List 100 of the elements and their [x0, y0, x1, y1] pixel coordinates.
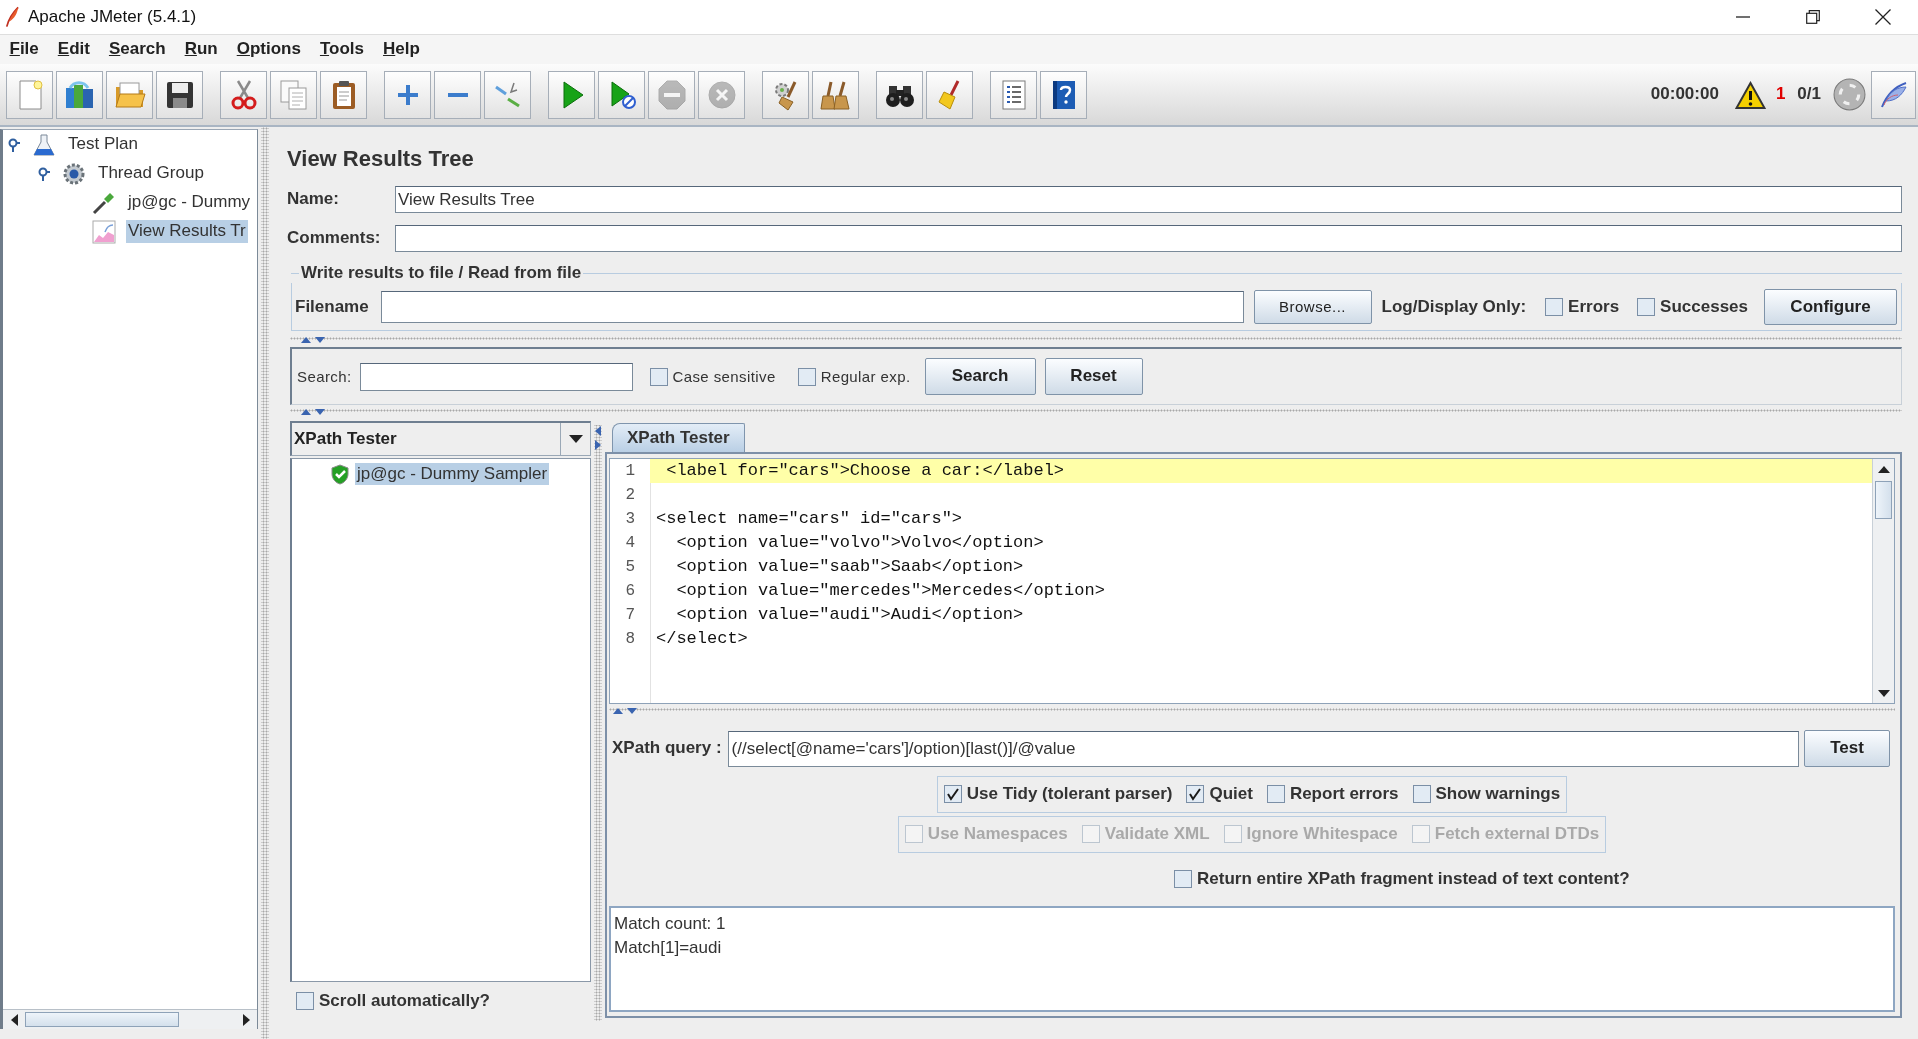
feather-icon: [5, 6, 19, 28]
scroll-right-arrow-icon[interactable]: [242, 1013, 250, 1026]
collapse-arrows-icon[interactable]: [300, 336, 326, 344]
comments-field[interactable]: [395, 225, 1902, 252]
field-label: Name:: [287, 189, 340, 210]
logo-button[interactable]: [1871, 70, 1916, 119]
close-icon[interactable]: [1875, 9, 1891, 25]
toggle-button[interactable]: [484, 70, 531, 119]
search-button[interactable]: [876, 70, 923, 119]
group-title: Write results to file / Read from file: [300, 262, 583, 284]
tree-item[interactable]: Thread Group: [96, 162, 206, 185]
checkbox[interactable]: [943, 785, 962, 804]
checkbox[interactable]: [296, 992, 314, 1011]
tree-item[interactable]: Test Plan: [66, 133, 140, 156]
menu-item[interactable]: Edit: [48, 39, 100, 60]
indicator-disc-icon: [1833, 78, 1866, 111]
window-title: Apache JMeter (5.4.1): [28, 6, 197, 28]
save-button[interactable]: [156, 70, 203, 119]
code-line: <option value="audi">Audi</option>: [675, 604, 1024, 626]
vertical-scrollbar[interactable]: [1872, 459, 1894, 703]
menu-item[interactable]: Search: [99, 39, 176, 60]
line-number: 5: [624, 557, 636, 578]
result-item[interactable]: jp@gc - Dummy Sampler: [355, 462, 550, 486]
checkbox[interactable]: [1637, 298, 1656, 316]
pipette-icon: [92, 190, 116, 215]
tree-toggle-icon[interactable]: [8, 137, 20, 152]
templates-button[interactable]: [56, 70, 103, 119]
restore-icon[interactable]: [1806, 10, 1820, 24]
menu-item[interactable]: Help: [373, 39, 430, 60]
name-field[interactable]: View Results Tree: [395, 186, 1902, 213]
start-no-pauses-button[interactable]: [598, 70, 645, 119]
checkbox-label[interactable]: Scroll automatically?: [319, 991, 490, 1012]
test-button[interactable]: Test: [1804, 730, 1890, 767]
search-button[interactable]: Search: [924, 358, 1036, 395]
checkbox-label[interactable]: Use Tidy (tolerant parser): [966, 784, 1173, 805]
checkbox[interactable]: [1412, 785, 1431, 804]
cut-button[interactable]: [220, 70, 267, 119]
scroll-left-arrow-icon[interactable]: [10, 1013, 18, 1026]
scroll-thumb[interactable]: [25, 1012, 179, 1027]
tree-item[interactable]: jp@gc - Dummy: [126, 191, 253, 214]
tree-item[interactable]: View Results Tr: [126, 220, 248, 243]
help-button[interactable]: [1040, 70, 1087, 119]
scroll-up-arrow-icon[interactable]: [1877, 465, 1890, 473]
scroll-thumb[interactable]: [1875, 481, 1892, 519]
line-number: 6: [624, 581, 636, 602]
collapse-button[interactable]: [434, 70, 481, 119]
browse-button[interactable]: Browse...: [1253, 290, 1372, 324]
collapse-arrows-icon[interactable]: [612, 707, 638, 715]
paste-button[interactable]: [320, 70, 367, 119]
checkbox-label[interactable]: Show warnings: [1435, 784, 1561, 805]
chart-icon: [92, 219, 116, 244]
code-line: <option value="volvo">Volvo</option>: [675, 532, 1044, 554]
thread-count: 0/1: [1797, 84, 1821, 105]
warning-icon[interactable]: [1734, 80, 1766, 109]
code-line: </select>: [656, 628, 748, 650]
flask-icon: [32, 132, 56, 157]
function-helper-button[interactable]: [990, 70, 1037, 119]
search-field[interactable]: [359, 362, 633, 391]
configure-button[interactable]: Configure: [1764, 289, 1897, 325]
scroll-down-arrow-icon[interactable]: [1877, 689, 1890, 697]
clear-all-button[interactable]: [812, 70, 859, 119]
start-button[interactable]: [548, 70, 595, 119]
menu-item[interactable]: Options: [227, 39, 311, 60]
collapse-arrows-icon[interactable]: [594, 425, 602, 451]
checkbox-label[interactable]: Regular exp.: [820, 367, 911, 386]
tree-toggle-icon[interactable]: [38, 166, 50, 181]
checkbox[interactable]: [1545, 298, 1564, 316]
collapse-arrows-icon[interactable]: [300, 408, 326, 416]
checkbox[interactable]: [649, 367, 668, 386]
checkbox-label[interactable]: Errors: [1568, 296, 1620, 318]
field-label: Comments:: [287, 228, 382, 249]
books-icon[interactable]: [63, 78, 96, 111]
checkbox-label[interactable]: Case sensitive: [672, 367, 776, 386]
expand-button[interactable]: [384, 70, 431, 119]
field-label: Filename: [295, 296, 370, 318]
line-number: 3: [624, 509, 636, 530]
menu-item[interactable]: File: [0, 39, 49, 60]
error-count: 1: [1775, 84, 1786, 105]
checkbox[interactable]: [1266, 785, 1285, 804]
checkbox-label[interactable]: Return entire XPath fragment instead of text content?: [1197, 868, 1630, 890]
line-number: 7: [624, 605, 636, 626]
checkbox[interactable]: [797, 367, 816, 386]
checkbox[interactable]: [1174, 870, 1192, 888]
tab[interactable]: XPath Tester: [612, 423, 745, 452]
menu-item[interactable]: Run: [175, 39, 228, 60]
checkbox-label[interactable]: Quiet: [1209, 784, 1253, 805]
result-text-area[interactable]: Match count: 1 Match[1]=audi: [609, 906, 1895, 1012]
renderer-dropdown[interactable]: XPath Tester: [290, 421, 591, 456]
line-number: 2: [624, 485, 636, 506]
reset-button[interactable]: Reset: [1044, 358, 1143, 395]
clear-button[interactable]: [762, 70, 809, 119]
filename-field[interactable]: [381, 291, 1244, 323]
caret-icon[interactable]: [568, 435, 583, 443]
horizontal-scrollbar[interactable]: [3, 1009, 257, 1029]
xpath-query-field[interactable]: (//select[@name='cars']/option)[last()]/@value: [727, 730, 1799, 767]
menu-item[interactable]: Tools: [310, 39, 374, 60]
checkbox-label[interactable]: Report errors: [1289, 784, 1399, 805]
code-line: <select name="cars" id="cars">: [656, 508, 963, 530]
checkbox-label[interactable]: Successes: [1660, 296, 1748, 318]
checkbox[interactable]: [1186, 785, 1205, 804]
